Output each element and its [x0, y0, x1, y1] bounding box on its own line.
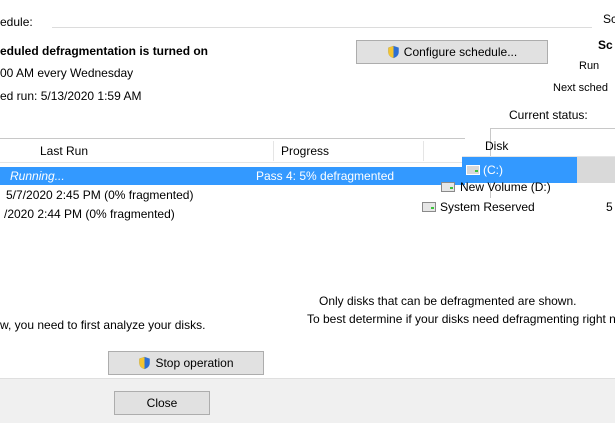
right-title-fragment: Sc [603, 12, 615, 26]
schedule-status: eduled defragmentation is turned on [0, 44, 209, 58]
right-title-fragment-bold: Sc [598, 38, 613, 52]
history-row[interactable]: 5/7/2020 2:45 PM (0% fragmented) [0, 186, 465, 204]
schedule-when: 00 AM every Wednesday [0, 66, 134, 80]
note-to-best: To best determine if your disks need def… [307, 312, 615, 326]
note-only-disks: Only disks that can be defragmented are … [319, 294, 577, 308]
stop-operation-button[interactable]: Stop operation [108, 351, 264, 375]
drive-icon [441, 182, 455, 192]
drive-icon [422, 202, 436, 212]
uac-shield-icon [139, 356, 151, 370]
column-progress[interactable]: Progress [281, 139, 329, 163]
uac-shield-icon [388, 45, 399, 59]
configure-schedule-label: Configure schedule... [403, 45, 518, 59]
stop-operation-label: Stop operation [155, 356, 234, 370]
history-row[interactable]: /2020 2:44 PM (0% fragmented) [0, 205, 465, 223]
close-button[interactable]: Close [114, 391, 210, 415]
disk-item-system-reserved[interactable]: System Reserved 5 [420, 198, 615, 216]
row-progress: Pass 4: 5% defragmented [256, 169, 395, 183]
disk-item-label: System Reserved [440, 200, 535, 214]
disk-list-top-border [490, 128, 615, 129]
column-last-run[interactable]: Last Run [40, 139, 88, 163]
close-button-label: Close [146, 396, 178, 410]
row-last-run: /2020 2:44 PM (0% fragmented) [4, 207, 175, 221]
configure-schedule-button[interactable]: Configure schedule... [356, 40, 548, 64]
disk-item-d[interactable]: New Volume (D:) [440, 178, 615, 196]
schedule-label-fragment: edule: [0, 15, 33, 29]
schedule-separator [52, 27, 592, 28]
disk-item-label: New Volume (D:) [460, 180, 551, 194]
schedule-next-run: ed run: 5/13/2020 1:59 AM [0, 89, 142, 103]
column-divider [273, 141, 274, 161]
right-current-run: Run [579, 60, 600, 72]
row-last-run: Running... [10, 169, 65, 183]
row-last-run: 5/7/2020 2:45 PM (0% fragmented) [6, 188, 194, 202]
dialog-button-bar [0, 378, 615, 423]
disk-item-extra: 5 [606, 200, 613, 214]
column-divider [423, 141, 424, 161]
note-analyze: w, you need to first analyze your disks. [0, 318, 206, 332]
disk-column-header[interactable]: Disk [485, 139, 508, 153]
current-status-label: Current status: [509, 108, 588, 122]
right-next-scheduled: Next sched [553, 82, 609, 94]
history-row-running[interactable]: Running... Pass 4: 5% defragmented [0, 167, 465, 185]
history-list-header: Last Run Progress [0, 139, 465, 163]
drive-icon [466, 165, 480, 175]
